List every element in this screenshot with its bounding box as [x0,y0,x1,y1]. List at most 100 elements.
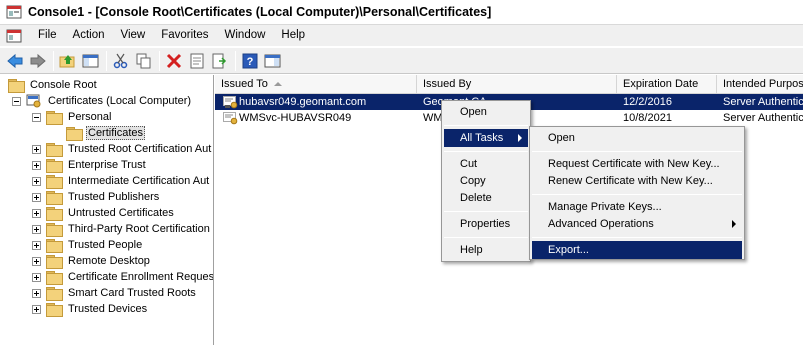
menu-item-open[interactable]: Open [444,103,528,121]
cell-purpose: Server Authentic [723,112,803,124]
folder-icon [46,302,63,317]
copy-icon[interactable] [133,50,155,72]
menu-separator [532,237,742,238]
tree-label: Smart Card Trusted Roots [68,287,196,299]
tree-item-store[interactable]: Trusted Publishers [32,189,161,205]
menu-help[interactable]: Help [273,26,313,45]
folder-icon [46,254,63,269]
folder-icon [46,206,63,221]
tree-item-store[interactable]: Trusted Root Certification Aut [32,141,213,157]
menu-item-copy[interactable]: Copy [444,172,528,190]
expand-icon[interactable] [32,272,41,282]
column-header-issued-by[interactable]: Issued By [417,75,617,94]
cell-expiration: 12/2/2016 [623,96,672,108]
folder-icon [46,190,63,205]
help-icon[interactable]: ? [239,50,261,72]
collapse-icon[interactable] [32,112,41,122]
tree-item-store[interactable]: Intermediate Certification Aut [32,173,211,189]
tree-item-personal-certificates[interactable]: Certificates [66,125,146,141]
tree-label: Trusted People [68,239,143,251]
menu-item-all-tasks[interactable]: All Tasks [444,129,528,147]
certificate-store-icon [26,94,42,108]
expand-icon[interactable] [32,304,41,314]
title-bar[interactable]: Console1 - [Console Root\Certificates (L… [0,0,803,25]
tree-item-console-root[interactable]: Console Root [8,77,99,93]
expand-icon[interactable] [32,176,41,186]
tree-item-store[interactable]: Smart Card Trusted Roots [32,285,198,301]
console-tree[interactable]: Console Root Certificates (Local Compute… [0,75,214,345]
tree-item-certificates-local[interactable]: Certificates (Local Computer) [12,93,193,109]
expand-icon[interactable] [32,224,41,234]
menu-window[interactable]: Window [217,26,274,45]
certificate-icon [223,111,238,125]
submenu-item-advanced-operations[interactable]: Advanced Operations [532,215,742,233]
menu-item-help[interactable]: Help [444,241,528,259]
menu-file[interactable]: File [30,26,65,45]
toolbar: ? [0,47,803,74]
collapse-icon[interactable] [12,96,21,106]
menu-action[interactable]: Action [65,26,113,45]
expand-icon[interactable] [32,160,41,170]
export-list-icon[interactable] [209,50,231,72]
menu-item-label: Advanced Operations [548,218,654,230]
column-header-expiration[interactable]: Expiration Date [617,75,717,94]
column-header-label: Issued By [423,78,472,90]
tree-item-personal[interactable]: Personal [32,109,113,125]
tree-label: Personal [68,111,112,123]
menu-item-properties[interactable]: Properties [444,215,528,233]
menu-separator [444,151,528,152]
toolbar-separator [235,50,236,71]
tree-label: Trusted Publishers [68,191,160,203]
folder-icon [46,158,63,173]
menu-item-cut[interactable]: Cut [444,155,528,173]
show-action-pane-icon[interactable] [262,50,284,72]
menu-separator [444,125,528,126]
submenu-item-request-new-key[interactable]: Request Certificate with New Key... [532,155,742,173]
folder-icon [46,286,63,301]
tree-label: Console Root [30,79,97,91]
submenu-item-export[interactable]: Export... [532,241,742,259]
expand-icon[interactable] [32,192,41,202]
expand-icon[interactable] [32,144,41,154]
cut-icon[interactable] [110,50,132,72]
tree-item-store[interactable]: Certificate Enrollment Reques [32,269,214,285]
mmc-app-icon [6,4,22,20]
delete-icon[interactable] [163,50,185,72]
list-header: Issued To Issued By Expiration Date Inte… [215,75,803,94]
tree-label-selected: Certificates [86,126,146,140]
tree-label: Remote Desktop [68,255,150,267]
menu-item-delete[interactable]: Delete [444,189,528,207]
submenu-item-manage-private-keys[interactable]: Manage Private Keys... [532,198,742,216]
show-hide-tree-icon[interactable] [80,50,102,72]
toolbar-separator [106,50,107,71]
submenu-item-open[interactable]: Open [532,129,742,147]
tree-item-store[interactable]: Trusted People [32,237,144,253]
tree-label: Certificate Enrollment Reques [68,271,214,283]
certificate-key-icon [223,95,238,109]
expand-icon[interactable] [32,240,41,250]
expand-icon[interactable] [32,288,41,298]
cell-purpose: Server Authentic [723,96,803,108]
toolbar-separator [53,50,54,71]
tree-item-store[interactable]: Remote Desktop [32,253,152,269]
properties-icon[interactable] [186,50,208,72]
menu-view[interactable]: View [113,26,154,45]
system-menu-icon[interactable] [6,28,22,44]
tree-item-store[interactable]: Enterprise Trust [32,157,148,173]
tree-item-store[interactable]: Third-Party Root Certification [32,221,212,237]
up-folder-icon[interactable] [57,50,79,72]
menu-favorites[interactable]: Favorites [153,26,216,45]
column-header-issued-to[interactable]: Issued To [215,75,417,94]
tree-label: Trusted Devices [68,303,148,315]
submenu-item-renew-new-key[interactable]: Renew Certificate with New Key... [532,172,742,190]
column-header-purpose[interactable]: Intended Purpos [717,75,803,94]
expand-icon[interactable] [32,256,41,266]
expand-icon[interactable] [32,208,41,218]
tree-item-store[interactable]: Trusted Devices [32,301,149,317]
folder-icon [8,78,25,93]
back-icon[interactable] [4,50,26,72]
forward-icon[interactable] [27,50,49,72]
tree-item-store[interactable]: Untrusted Certificates [32,205,176,221]
tree-label: Intermediate Certification Aut [68,175,210,187]
sort-ascending-icon [273,82,282,87]
